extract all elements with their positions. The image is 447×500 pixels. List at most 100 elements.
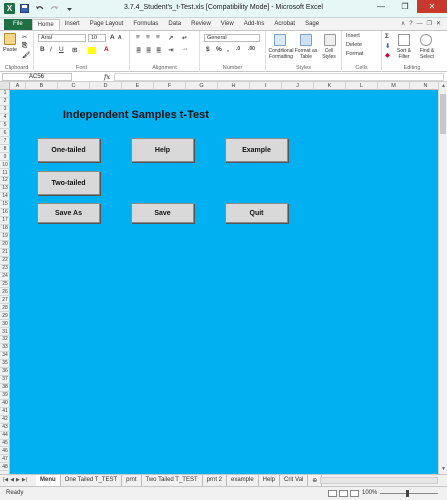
column-header[interactable]: G — [186, 82, 218, 90]
number-format-box[interactable]: General — [204, 34, 260, 42]
first-sheet-icon[interactable]: |◀ — [3, 477, 8, 483]
comma-icon[interactable]: , — [227, 46, 229, 53]
column-header[interactable]: M — [378, 82, 410, 90]
formula-input[interactable] — [114, 73, 444, 81]
find-select-icon[interactable] — [420, 34, 432, 46]
zoom-level[interactable]: 100% — [362, 490, 377, 496]
shrink-font-icon[interactable]: A — [118, 35, 122, 41]
sort-filter-icon[interactable] — [398, 34, 410, 46]
row-header[interactable]: 6 — [0, 130, 10, 138]
clear-icon[interactable]: ◆ — [385, 51, 390, 59]
column-header[interactable]: B — [26, 82, 58, 90]
row-header[interactable]: 9 — [0, 154, 10, 162]
row-header[interactable]: 26 — [0, 289, 10, 297]
decrease-decimal-icon[interactable]: .00 — [248, 46, 255, 52]
align-center-icon[interactable]: ≣ — [146, 46, 151, 54]
row-header[interactable]: 17 — [0, 217, 10, 225]
borders-icon[interactable]: ⊞ — [72, 46, 77, 54]
italic-icon[interactable]: I — [50, 46, 52, 53]
save-as-button[interactable]: Save As — [37, 203, 100, 223]
row-header[interactable]: 3 — [0, 106, 10, 114]
conditional-formatting-button[interactable]: Conditional Formatting — [268, 48, 294, 60]
tab-sage[interactable]: Sage — [300, 19, 324, 30]
font-name-box[interactable]: Arial — [38, 34, 86, 42]
example-button[interactable]: Example — [225, 138, 288, 162]
two-tailed-button[interactable]: Two-tailed — [37, 171, 100, 195]
row-header[interactable]: 46 — [0, 448, 10, 456]
page-break-view-icon[interactable] — [350, 490, 359, 497]
row-header[interactable]: 32 — [0, 336, 10, 345]
align-middle-icon[interactable]: ≡ — [146, 34, 150, 41]
tab-review[interactable]: Review — [186, 19, 216, 30]
page-layout-view-icon[interactable] — [339, 490, 348, 497]
autosum-icon[interactable]: Σ — [385, 33, 389, 40]
bold-icon[interactable]: B — [40, 46, 45, 53]
one-tailed-button[interactable]: One-tailed — [37, 138, 100, 162]
tab-page-layout[interactable]: Page Layout — [85, 19, 129, 30]
scroll-up-icon[interactable]: ▲ — [439, 82, 447, 91]
sheet-tab[interactable]: Two Tailed T_TEST — [142, 475, 203, 486]
column-header[interactable]: L — [346, 82, 378, 90]
select-all-corner[interactable] — [0, 82, 10, 90]
tab-data[interactable]: Data — [163, 19, 186, 30]
increase-decimal-icon[interactable]: .0 — [236, 46, 240, 52]
row-header[interactable]: 30 — [0, 321, 10, 329]
column-header[interactable]: J — [282, 82, 314, 90]
sheet-tab[interactable]: prnt — [122, 475, 142, 486]
insert-cells-button[interactable]: Insert — [346, 33, 360, 39]
paste-icon[interactable] — [4, 33, 16, 45]
row-header[interactable]: 4 — [0, 114, 10, 122]
workbook-restore-icon[interactable]: ❐ — [427, 19, 432, 30]
row-header[interactable]: 38 — [0, 384, 10, 392]
column-header[interactable]: K — [314, 82, 346, 90]
indent-icon[interactable]: ⇥ — [168, 46, 173, 54]
row-header[interactable]: 45 — [0, 440, 10, 448]
row-header[interactable]: 20 — [0, 241, 10, 249]
column-header[interactable]: D — [90, 82, 122, 90]
format-as-table-icon[interactable] — [300, 34, 312, 46]
row-header[interactable]: 48 — [0, 464, 10, 472]
last-sheet-icon[interactable]: ▶| — [22, 477, 27, 483]
format-cells-button[interactable]: Format — [346, 51, 363, 57]
row-header[interactable]: 28 — [0, 305, 10, 313]
column-header[interactable]: A — [10, 82, 26, 90]
row-header[interactable]: 8 — [0, 146, 10, 154]
close-button[interactable]: ✕ — [417, 0, 447, 13]
row-header[interactable]: 7 — [0, 138, 10, 146]
row-header[interactable]: 18 — [0, 225, 10, 233]
percent-icon[interactable]: % — [216, 46, 222, 53]
zoom-slider-knob[interactable] — [406, 490, 409, 497]
row-header[interactable]: 24 — [0, 273, 10, 281]
row-header[interactable]: 15 — [0, 201, 10, 209]
next-sheet-icon[interactable]: ▶ — [16, 477, 20, 483]
scroll-down-icon[interactable]: ▼ — [439, 465, 447, 474]
row-header[interactable]: 12 — [0, 177, 10, 186]
row-header[interactable]: 35 — [0, 360, 10, 368]
sort-filter-button[interactable]: Sort & Filter — [394, 48, 414, 60]
align-bottom-icon[interactable]: ≡ — [156, 34, 160, 41]
row-header[interactable]: 27 — [0, 297, 10, 305]
row-header[interactable]: 25 — [0, 281, 10, 289]
help-button[interactable]: Help — [131, 138, 194, 162]
row-header[interactable]: 14 — [0, 193, 10, 202]
orientation-icon[interactable]: ↗ — [168, 34, 173, 42]
paste-button[interactable]: Paste — [3, 47, 17, 53]
delete-cells-button[interactable]: Delete — [346, 42, 362, 48]
tab-formulas[interactable]: Formulas — [128, 19, 163, 30]
sheet-tab[interactable]: prnt 2 — [203, 475, 227, 486]
tab-file[interactable]: File — [4, 19, 32, 30]
format-as-table-button[interactable]: Format as Table — [294, 48, 318, 60]
column-header[interactable]: I — [250, 82, 282, 90]
row-header[interactable]: 16 — [0, 209, 10, 217]
conditional-formatting-icon[interactable] — [274, 34, 286, 46]
tab-add-ins[interactable]: Add-Ins — [239, 19, 270, 30]
currency-icon[interactable]: $ — [206, 46, 210, 53]
row-header[interactable]: 21 — [0, 249, 10, 257]
horizontal-scrollbar[interactable] — [320, 477, 438, 484]
row-header[interactable]: 13 — [0, 185, 10, 194]
row-header[interactable]: 37 — [0, 376, 10, 384]
copy-icon[interactable]: ⎘ — [22, 42, 27, 50]
row-header[interactable]: 41 — [0, 408, 10, 416]
cell-styles-icon[interactable] — [324, 34, 336, 46]
row-header[interactable]: 22 — [0, 257, 10, 265]
